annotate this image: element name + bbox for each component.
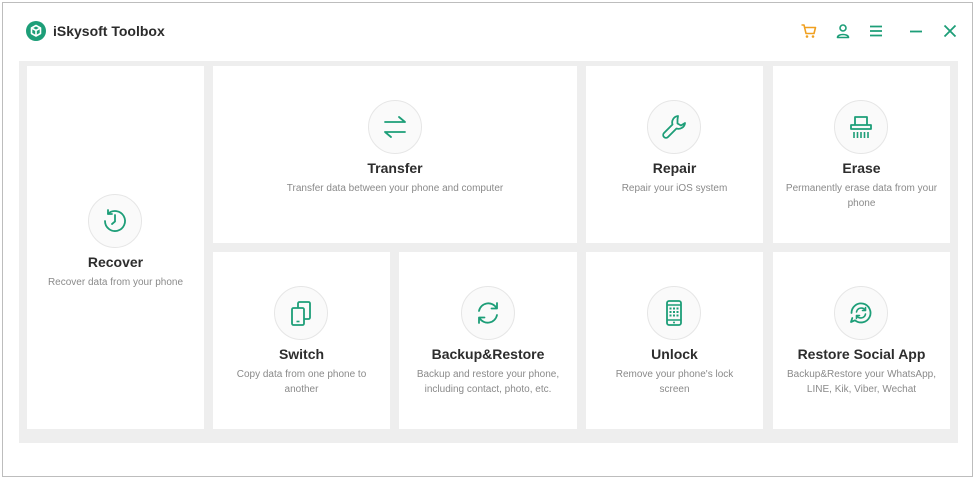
- recover-title: Recover: [87, 254, 144, 270]
- menu-icon: [870, 25, 882, 37]
- close-icon: [943, 24, 957, 38]
- switch-desc: Copy data from one phone to another: [236, 369, 367, 395]
- wrench-icon: [662, 115, 686, 139]
- unlock-card[interactable]: Unlock Remove your phone's lock screen: [586, 252, 763, 429]
- app-title: iSkysoft Toolbox: [53, 23, 165, 39]
- menu-button[interactable]: [865, 20, 887, 42]
- cart-button[interactable]: [798, 20, 820, 42]
- title-bar: iSkysoft Toolbox: [3, 3, 972, 61]
- unlock-icon-circle: [647, 286, 701, 340]
- switch-card[interactable]: Switch Copy data from one phone to anoth…: [213, 252, 390, 429]
- backup-restore-card[interactable]: Backup&Restore Backup and restore your p…: [399, 252, 577, 429]
- transfer-title: Transfer: [367, 160, 423, 176]
- account-icon: [836, 24, 850, 39]
- repair-icon-circle: [647, 100, 701, 154]
- transfer-desc: Transfer data between your phone and com…: [286, 183, 504, 194]
- sync-icon: [478, 302, 498, 324]
- erase-card[interactable]: Erase Permanently erase data from your p…: [773, 66, 950, 243]
- tool-grid: Recover Recover data from your phone Tra…: [19, 61, 958, 443]
- unlock-title: Unlock: [651, 346, 698, 362]
- unlock-desc: Remove your phone's lock screen: [615, 369, 734, 395]
- backup-desc: Backup and restore your phone, including…: [416, 369, 560, 395]
- erase-title: Erase: [842, 160, 881, 176]
- backup-icon-circle: [461, 286, 515, 340]
- repair-desc: Repair your iOS system: [621, 183, 728, 194]
- close-button[interactable]: [939, 20, 961, 42]
- keypad-phone-icon: [666, 300, 682, 326]
- logo-icon: [26, 21, 46, 41]
- recover-desc: Recover data from your phone: [47, 277, 184, 288]
- backup-title: Backup&Restore: [431, 346, 545, 362]
- phones-icon: [291, 301, 311, 326]
- chat-sync-icon: [850, 302, 872, 324]
- minimize-icon: [910, 30, 922, 33]
- erase-icon-circle: [834, 100, 888, 154]
- repair-title: Repair: [652, 160, 697, 176]
- social-title: Restore Social App: [797, 346, 926, 362]
- repair-card[interactable]: Repair Repair your iOS system: [586, 66, 763, 243]
- transfer-icon-circle: [368, 100, 422, 154]
- minimize-button[interactable]: [905, 20, 927, 42]
- switch-icon-circle: [274, 286, 328, 340]
- app-window: iSkysoft Toolbox Recover Recover data fr…: [2, 2, 973, 477]
- recover-card[interactable]: Recover Recover data from your phone: [27, 66, 204, 429]
- arrows-icon: [384, 116, 406, 138]
- restore-social-card[interactable]: Restore Social App Backup&Restore your W…: [773, 252, 950, 429]
- clock-icon: [104, 209, 126, 232]
- recover-icon-circle: [88, 194, 142, 248]
- social-desc: Backup&Restore your WhatsApp, LINE, Kik,…: [787, 369, 936, 395]
- account-button[interactable]: [832, 20, 854, 42]
- transfer-card[interactable]: Transfer Transfer data between your phon…: [213, 66, 577, 243]
- erase-desc: Permanently erase data from your phone: [785, 183, 938, 209]
- social-icon-circle: [834, 286, 888, 340]
- shredder-icon: [850, 116, 872, 138]
- switch-title: Switch: [278, 346, 325, 362]
- cart-icon: [801, 24, 817, 38]
